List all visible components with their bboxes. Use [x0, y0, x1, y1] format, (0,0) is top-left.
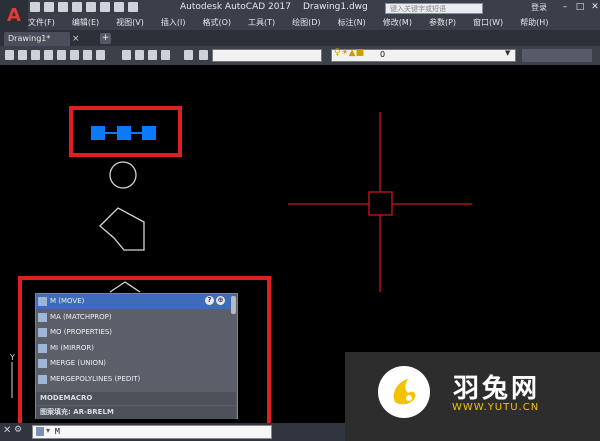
customize-icon[interactable]: ⚙	[14, 425, 22, 435]
help-icon[interactable]: ?	[205, 296, 214, 305]
mirror-icon	[38, 343, 47, 353]
polygon-object[interactable]	[99, 207, 145, 251]
highlight-box-grips	[69, 106, 182, 157]
suggestion-label: MA (MATCHPROP)	[50, 313, 112, 321]
chevron-down-icon[interactable]: ▾	[46, 426, 50, 435]
section-modemacro[interactable]: MODEMACRO	[36, 392, 236, 405]
popup-buttons: ? ⊕	[205, 296, 225, 305]
suggestion-matchprop[interactable]: MA (MATCHPROP)	[38, 310, 112, 325]
suggestion-merge[interactable]: MERGE (UNION)	[38, 356, 106, 371]
suggestion-mergepolylines[interactable]: MERGEPOLYLINES (PEDIT)	[38, 372, 140, 387]
union-icon	[38, 358, 47, 368]
command-prompt-icon[interactable]	[36, 427, 44, 436]
internet-search-icon[interactable]: ⊕	[216, 296, 225, 305]
suggestion-label: M (MOVE)	[50, 297, 85, 305]
suggestion-label: MERGEPOLYLINES (PEDIT)	[50, 375, 141, 383]
section-hatch[interactable]: 图案填充: AR-BRELM	[36, 406, 236, 419]
watermark-logo-icon	[378, 366, 430, 418]
pickbox	[368, 191, 393, 216]
suggestion-properties[interactable]: MO (PROPERTIES)	[38, 325, 112, 340]
command-input[interactable]: M	[32, 425, 272, 439]
suggestion-label: MERGE (UNION)	[50, 359, 107, 367]
popup-scrollbar[interactable]	[231, 296, 236, 314]
watermark-url: WWW.YUTU.CN	[452, 402, 540, 413]
circle-object[interactable]	[109, 161, 137, 189]
suggestion-mirror[interactable]: MI (MIRROR)	[38, 341, 94, 356]
watermark-brand: 羽兔网	[453, 374, 541, 404]
properties-icon	[38, 327, 47, 337]
close-icon[interactable]: ✕	[3, 425, 11, 436]
pedit-icon	[38, 374, 47, 384]
move-icon	[38, 296, 47, 306]
matchprop-icon	[38, 312, 47, 322]
suggestion-label: MO (PROPERTIES)	[50, 328, 113, 336]
suggestion-move[interactable]: M (MOVE)	[38, 294, 84, 309]
rabbit-logo-icon	[393, 379, 416, 405]
ucs-y-label: Y	[10, 353, 15, 362]
suggestion-label: MI (MIRROR)	[50, 344, 94, 352]
